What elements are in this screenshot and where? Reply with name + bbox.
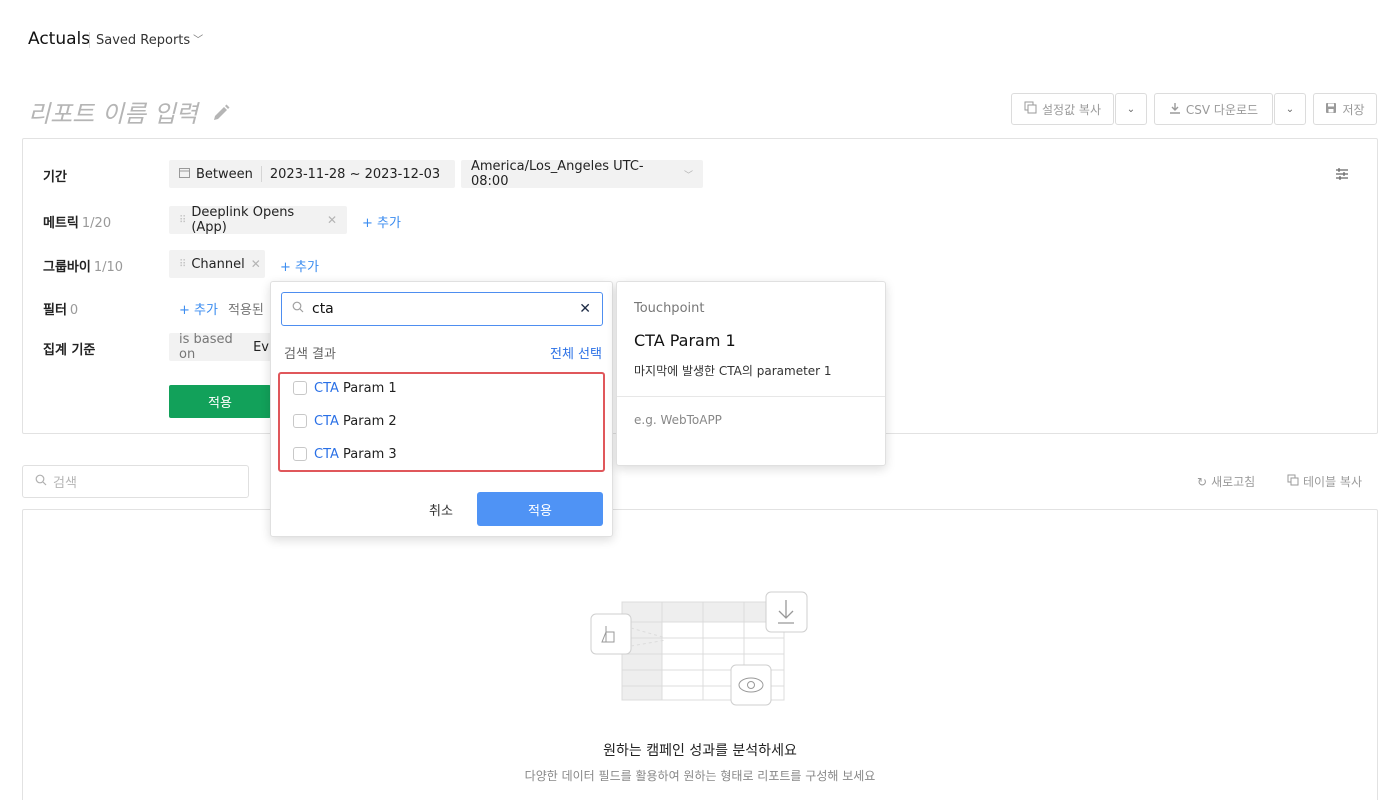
chevron-down-icon: ⌄: [1285, 103, 1295, 115]
tooltip-divider: [617, 396, 885, 397]
period-label: 기간: [43, 170, 67, 185]
copy-icon: [1024, 101, 1037, 117]
refresh-icon: ↻: [1197, 474, 1208, 489]
groupby-chip[interactable]: ⠿ Channel ✕: [169, 250, 265, 278]
list-item-label: CTA Param 1: [314, 380, 397, 396]
metrics-label-text: 메트릭: [43, 216, 79, 231]
period-selector[interactable]: Between 2023-11-28 ~ 2023-12-03: [169, 160, 455, 188]
tooltip-category: Touchpoint: [634, 301, 705, 316]
add-filter-link[interactable]: + 추가: [179, 299, 218, 318]
aggregation-value: Ev: [253, 339, 269, 355]
saved-reports-label: Saved Reports: [96, 33, 191, 48]
saved-reports-dropdown[interactable]: Saved Reports ﹀: [96, 32, 203, 48]
apply-settings-button[interactable]: 적용: [169, 385, 271, 418]
save-icon: [1325, 102, 1337, 117]
list-item-label: CTA Param 2: [314, 413, 397, 429]
refresh-button[interactable]: ↻ 새로고침: [1197, 473, 1255, 490]
aggregation-prefix: is based on: [179, 332, 233, 362]
checkbox[interactable]: [293, 447, 307, 461]
empty-state-illustration: [586, 588, 812, 716]
cancel-button[interactable]: 취소: [429, 500, 453, 519]
drag-handle-icon[interactable]: ⠿: [179, 215, 186, 226]
field-info-tooltip: Touchpoint CTA Param 1 마지막에 발생한 CTA의 par…: [616, 281, 886, 466]
list-item[interactable]: CTA Param 3: [293, 444, 397, 464]
select-all-link[interactable]: 전체 선택: [550, 343, 602, 362]
aggregation-label: 집계 기준: [43, 343, 96, 358]
chevron-down-icon: ⌄: [1126, 103, 1136, 115]
metrics-count: 1/20: [81, 216, 112, 231]
clear-icon[interactable]: ✕: [579, 301, 591, 317]
timezone-value: America/Los_Angeles UTC-08:00: [471, 159, 644, 189]
groupby-count: 1/10: [93, 260, 124, 275]
filter-count: 0: [69, 303, 79, 318]
copy-table-button[interactable]: 테이블 복사: [1287, 473, 1362, 490]
metric-chip-label: Deeplink Opens (App): [191, 205, 295, 235]
copy-icon: [1287, 474, 1299, 489]
filter-label-text: 필터: [43, 303, 67, 318]
field-search-dropdown: cta ✕ 검색 결과 전체 선택 CTA Param 1 CTA Param …: [270, 281, 613, 537]
report-name-placeholder: 리포트 이름 입력: [28, 100, 198, 128]
remove-icon[interactable]: ✕: [251, 257, 261, 271]
empty-state-subtitle: 다양한 데이터 필드를 활용하여 원하는 형태로 리포트를 구성해 보세요: [524, 769, 876, 783]
groupby-chip-label: Channel: [191, 256, 245, 272]
pencil-icon[interactable]: [211, 101, 231, 129]
calendar-icon: [179, 167, 190, 182]
list-item[interactable]: CTA Param 2: [293, 411, 397, 431]
page-title: Actuals: [28, 29, 91, 49]
copy-settings-button[interactable]: 설정값 복사: [1011, 93, 1114, 125]
copy-settings-menu-button[interactable]: ⌄: [1115, 93, 1147, 125]
groupby-label: 그룹바이 1/10: [43, 256, 123, 275]
list-item[interactable]: CTA Param 1: [293, 378, 397, 398]
search-icon: [292, 301, 304, 317]
refresh-label: 새로고침: [1211, 475, 1256, 489]
remove-icon[interactable]: ✕: [327, 213, 337, 227]
add-metric-link[interactable]: + 추가: [362, 212, 401, 231]
search-results-list: CTA Param 1 CTA Param 2 CTA Param 3: [278, 372, 605, 472]
period-divider: [260, 166, 262, 182]
table-search-input[interactable]: 검색: [22, 465, 249, 498]
add-groupby-link[interactable]: + 추가: [280, 256, 319, 275]
search-icon: [35, 474, 47, 490]
list-item-label: CTA Param 3: [314, 446, 397, 462]
csv-download-menu-button[interactable]: ⌄: [1274, 93, 1306, 125]
save-button[interactable]: 저장: [1313, 93, 1377, 125]
search-results-label: 검색 결과: [284, 347, 336, 362]
chevron-down-icon: ﹀: [193, 35, 204, 46]
tooltip-example: e.g. WebToAPP: [634, 413, 722, 427]
sliders-icon[interactable]: [1334, 166, 1350, 186]
report-name-input[interactable]: 리포트 이름 입력: [28, 94, 231, 129]
table-search-placeholder: 검색: [53, 476, 77, 491]
tooltip-description: 마지막에 발생한 CTA의 parameter 1: [634, 364, 832, 378]
period-mode: Between: [196, 166, 253, 182]
filter-label: 필터 0: [43, 299, 78, 318]
metric-chip[interactable]: ⠿ Deeplink Opens (App) ✕: [169, 205, 347, 235]
copy-settings-label: 설정값 복사: [1041, 102, 1101, 117]
chevron-down-icon: ﹀: [683, 170, 693, 181]
csv-download-button[interactable]: CSV 다운로드: [1154, 93, 1273, 125]
aggregation-selector[interactable]: is based on Ev: [169, 332, 279, 362]
checkbox[interactable]: [293, 381, 307, 395]
drag-handle-icon[interactable]: ⠿: [179, 259, 186, 270]
csv-download-label: CSV 다운로드: [1185, 102, 1259, 117]
copy-table-label: 테이블 복사: [1303, 475, 1363, 489]
period-range: 2023-11-28 ~ 2023-12-03: [269, 166, 441, 182]
metrics-label: 메트릭 1/20: [43, 212, 111, 231]
applied-filter-text: 적용된: [228, 303, 264, 318]
title-divider: [89, 32, 90, 48]
empty-state-title: 원하는 캠페인 성과를 분석하세요: [603, 743, 797, 759]
tooltip-title: CTA Param 1: [634, 331, 736, 350]
checkbox[interactable]: [293, 414, 307, 428]
download-icon: [1169, 102, 1181, 117]
save-label: 저장: [1342, 102, 1365, 117]
groupby-label-text: 그룹바이: [43, 260, 91, 275]
apply-button[interactable]: 적용: [477, 492, 603, 526]
field-search-value: cta: [312, 301, 334, 317]
field-search-input[interactable]: cta ✕: [281, 292, 603, 326]
timezone-selector[interactable]: America/Los_Angeles UTC-08:00 ﹀: [461, 159, 703, 189]
